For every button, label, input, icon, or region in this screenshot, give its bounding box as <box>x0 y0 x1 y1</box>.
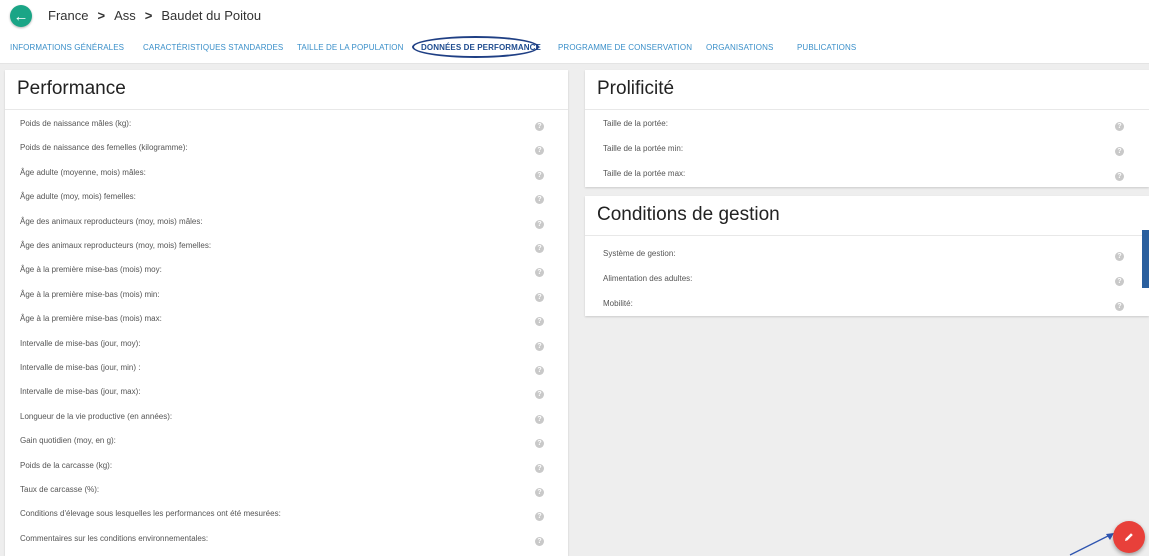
field-label: Taille de la portée: <box>603 119 668 128</box>
field-label: Âge à la première mise-bas (mois) moy: <box>20 265 162 275</box>
question-mark-icon[interactable]: ? <box>1115 147 1124 156</box>
question-mark-icon[interactable]: ? <box>535 439 544 449</box>
question-mark-icon[interactable]: ? <box>535 195 544 205</box>
breadcrumb: France > Ass > Baudet du Poitou <box>48 8 261 23</box>
question-mark-icon[interactable]: ? <box>535 292 544 302</box>
field-label: Intervalle de mise-bas (jour, max): <box>20 387 141 397</box>
tab-programme-conservation[interactable]: PROGRAMME DE CONSERVATION <box>558 43 692 52</box>
performance-title: Performance <box>17 78 126 99</box>
field-label: Conditions d'élevage sous lesquelles les… <box>20 509 281 519</box>
back-arrow-icon[interactable]: ← <box>10 5 32 27</box>
question-mark-icon[interactable]: ? <box>535 366 544 375</box>
question-mark-icon[interactable]: ? <box>1115 122 1124 131</box>
question-mark-icon[interactable]: ? <box>535 146 544 156</box>
chevron-right-icon: > <box>144 8 153 23</box>
tab-caracteristiques-standardes[interactable]: CARACTÉRISTIQUES STANDARDES <box>143 43 283 52</box>
question-mark-icon[interactable]: ? <box>535 390 544 400</box>
conditions-gestion-title: Conditions de gestion <box>597 204 780 225</box>
divider <box>5 109 568 110</box>
field-label: Alimentation des adultes: <box>603 274 693 283</box>
field-label: Taille de la portée min: <box>603 144 684 153</box>
field-label: Âge à la première mise-bas (mois) max: <box>20 314 162 324</box>
divider <box>585 235 1149 236</box>
question-mark-icon[interactable]: ? <box>535 170 544 180</box>
field-label: Taux de carcasse (%): <box>20 485 100 494</box>
feedback-side-tab[interactable] <box>1142 230 1149 288</box>
tab-taille-population[interactable]: TAILLE DE LA POPULATION <box>297 43 403 52</box>
active-tab-annotation-circle <box>412 36 539 58</box>
field-label: Mobilité: <box>603 299 633 308</box>
field-label: Gain quotidien (moy, en g): <box>20 436 116 446</box>
field-label: Longueur de la vie productive (en années… <box>20 411 173 421</box>
chevron-right-icon: > <box>97 8 106 23</box>
field-label: Âge adulte (moyenne, mois) mâles: <box>20 167 146 177</box>
prolificite-card: Prolificité Taille de la portée:? Taille … <box>585 70 1149 187</box>
question-mark-icon[interactable]: ? <box>535 244 544 253</box>
field-label: Âge des animaux reproducteurs (moy, mois… <box>20 241 212 250</box>
field-label: Âge à la première mise-bas (mois) min: <box>20 289 160 299</box>
conditions-gestion-card: Conditions de gestion Système de gestion… <box>585 196 1149 316</box>
breadcrumb-item-country[interactable]: France <box>48 8 88 23</box>
question-mark-icon[interactable]: ? <box>1115 172 1124 181</box>
field-label: Système de gestion: <box>603 249 676 258</box>
field-label: Âge adulte (moy, mois) femelles: <box>20 192 136 202</box>
tab-organisations[interactable]: ORGANISATIONS <box>706 43 773 52</box>
question-mark-icon[interactable]: ? <box>535 414 544 424</box>
question-mark-icon[interactable]: ? <box>535 268 544 278</box>
question-mark-icon[interactable]: ? <box>1115 302 1124 311</box>
field-label: Taille de la portée max: <box>603 169 686 178</box>
top-bar: ← France > Ass > Baudet du Poitou INFORM… <box>0 0 1149 64</box>
divider <box>585 109 1149 110</box>
question-mark-icon[interactable]: ? <box>1115 252 1124 261</box>
performance-card: Performance Poids de naissance mâles (kg… <box>5 70 568 556</box>
breadcrumb-item-species[interactable]: Ass <box>114 8 136 23</box>
tab-bar: INFORMATIONS GÉNÉRALES CARACTÉRISTIQUES … <box>0 43 1149 57</box>
question-mark-icon[interactable]: ? <box>535 219 544 229</box>
field-label: Intervalle de mise-bas (jour, min) : <box>20 363 141 372</box>
tab-informations-generales[interactable]: INFORMATIONS GÉNÉRALES <box>10 43 124 52</box>
question-mark-icon[interactable]: ? <box>535 317 544 327</box>
field-label: Âge des animaux reproducteurs (moy, mois… <box>20 216 203 226</box>
field-label: Commentaires sur les conditions environn… <box>20 533 209 543</box>
question-mark-icon[interactable]: ? <box>535 341 544 351</box>
field-label: Poids de naissance des femelles (kilogra… <box>20 143 188 153</box>
question-mark-icon[interactable]: ? <box>535 488 544 497</box>
question-mark-icon[interactable]: ? <box>535 536 544 546</box>
question-mark-icon[interactable]: ? <box>1115 277 1124 286</box>
edit-fab-button[interactable] <box>1113 521 1145 553</box>
prolificite-title: Prolificité <box>597 78 675 99</box>
annotation-arrow <box>1069 533 1114 556</box>
field-label: Poids de la carcasse (kg): <box>20 460 113 470</box>
pencil-icon <box>1125 533 1133 541</box>
tab-publications[interactable]: PUBLICATIONS <box>797 43 856 52</box>
question-mark-icon[interactable]: ? <box>535 463 544 473</box>
question-mark-icon[interactable]: ? <box>535 122 544 131</box>
breadcrumb-item-breed: Baudet du Poitou <box>161 8 262 23</box>
field-label: Poids de naissance mâles (kg): <box>20 119 132 128</box>
question-mark-icon[interactable]: ? <box>535 512 544 522</box>
field-label: Intervalle de mise-bas (jour, moy): <box>20 338 141 348</box>
